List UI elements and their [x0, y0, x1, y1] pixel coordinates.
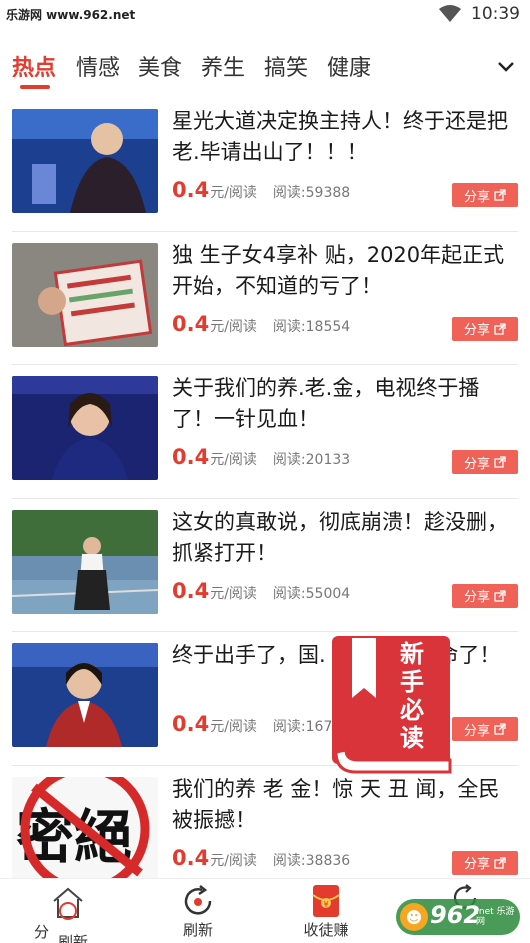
- red-envelope-icon: ¥: [312, 885, 340, 917]
- price-unit: 元/阅读: [210, 318, 257, 335]
- status-time: 10:39: [471, 4, 520, 24]
- nav-recruit[interactable]: ¥ 收徒赚: [286, 881, 366, 941]
- tab-funny[interactable]: 搞笑: [264, 50, 308, 82]
- nav-label-refresh: 刷新: [182, 921, 213, 939]
- price-value: 0.4: [172, 178, 210, 202]
- article-thumbnail: [12, 509, 158, 614]
- article-meta: 0.4 元/阅读 阅读:20133: [172, 445, 350, 469]
- home-icon: [53, 887, 83, 920]
- article-meta: 0.4 元/阅读 阅读:55004: [172, 579, 350, 603]
- share-button[interactable]: 分享: [452, 450, 518, 474]
- price-unit: 元/阅读: [210, 852, 257, 869]
- article-meta: 0.4 元/阅读 阅读:59388: [172, 178, 350, 202]
- share-button[interactable]: 分享: [452, 583, 518, 608]
- read-count: 阅读:167: [272, 719, 333, 735]
- share-label: 分享: [463, 456, 490, 472]
- external-link-icon: [494, 856, 506, 869]
- article-thumbnail: [12, 376, 158, 480]
- wifi-icon: [439, 5, 461, 22]
- share-label: 分享: [463, 323, 490, 338]
- external-link-icon: [494, 189, 506, 201]
- read-count: 阅读:38836: [272, 852, 351, 869]
- site-watermark-logo: ☻ 962 .net 乐游网: [396, 897, 522, 937]
- read-count: 阅读:18554: [272, 318, 351, 335]
- price-unit: 元/阅读: [210, 452, 257, 468]
- article-thumbnail: [12, 643, 158, 747]
- nav-label-recruit: 收徒赚: [303, 921, 349, 939]
- article-title: 关于我们的养.老.金，电视终于播了！一针见血！: [172, 376, 480, 431]
- article-thumbnail: [12, 242, 158, 347]
- external-link-icon: [494, 322, 506, 335]
- refresh-icon: [184, 885, 212, 915]
- tab-health-care[interactable]: 养生: [201, 50, 245, 82]
- share-label: 分享: [463, 857, 490, 872]
- article-title: 独 生子女4享补 贴，2020年起正式开始，不知道的亏了！: [172, 242, 505, 298]
- price-value: 0.4: [172, 578, 210, 603]
- price-unit: 元/阅读: [210, 719, 257, 735]
- article-thumbnail: [12, 109, 158, 213]
- nav-share[interactable]: 分 刷新: [20, 881, 100, 943]
- share-button[interactable]: 分享: [452, 850, 518, 875]
- share-button[interactable]: 分享: [452, 316, 518, 341]
- article-title: 我们的养 老 金！惊 天 丑 闻，全民被振撼！: [172, 776, 500, 832]
- external-link-icon: [494, 456, 506, 468]
- share-button[interactable]: 分享: [452, 183, 518, 207]
- share-button[interactable]: 分享: [452, 717, 518, 741]
- article-item[interactable]: 星光大道决定换主持人！终于还是把老.毕请出山了！！！ 0.4 元/阅读 阅读:5…: [12, 98, 518, 232]
- newbie-guide-badge[interactable]: 新手必读: [330, 634, 454, 776]
- price-value: 0.4: [172, 712, 210, 736]
- chevron-down-icon[interactable]: [496, 56, 516, 76]
- article-item[interactable]: 独 生子女4享补 贴，2020年起正式开始，不知道的亏了！ 0.4 元/阅读 阅…: [12, 232, 518, 365]
- article-meta: 0.4 元/阅读 阅读:38836: [172, 846, 350, 870]
- category-tabs: 热点 情感 美食 养生 搞笑 健康: [0, 44, 530, 94]
- nav-refresh[interactable]: 刷新: [158, 881, 238, 941]
- svg-text:¥: ¥: [323, 900, 328, 909]
- nav-label-share: 分: [34, 923, 50, 941]
- article-meta: 0.4 元/阅读 阅读:18554: [172, 312, 350, 336]
- article-item[interactable]: 这女的真敢说，彻底崩溃！趁没删，抓紧打开！ 0.4 元/阅读 阅读:55004 …: [12, 499, 518, 632]
- article-title: 这女的真敢说，彻底崩溃！趁没删，抓紧打开！: [172, 509, 508, 565]
- article-thumbnail: 密絕: [12, 776, 158, 881]
- price-value: 0.4: [172, 845, 210, 870]
- external-link-icon: [494, 723, 506, 735]
- tab-emotion[interactable]: 情感: [76, 50, 120, 82]
- nav-overlay-refresh: 刷新: [58, 933, 89, 943]
- active-tab-indicator: [20, 85, 50, 89]
- external-link-icon: [494, 589, 506, 602]
- price-unit: 元/阅读: [210, 585, 257, 602]
- article-title: 星光大道决定换主持人！终于还是把老.毕请出山了！！！: [172, 109, 508, 164]
- price-unit: 元/阅读: [210, 185, 257, 201]
- article-feed: 星光大道决定换主持人！终于还是把老.毕请出山了！！！ 0.4 元/阅读 阅读:5…: [0, 98, 530, 899]
- share-label: 分享: [463, 189, 490, 205]
- guide-text: 新手必读: [400, 640, 424, 752]
- price-value: 0.4: [172, 445, 210, 469]
- read-count: 阅读:20133: [272, 452, 351, 468]
- status-bar: 乐游网 www.962.net 10:39: [0, 0, 530, 28]
- tab-health[interactable]: 健康: [327, 50, 371, 82]
- article-meta: 0.4 元/阅读 阅读:167: [172, 712, 332, 736]
- share-label: 分享: [463, 723, 490, 739]
- share-label: 分享: [463, 590, 490, 605]
- article-item[interactable]: 关于我们的养.老.金，电视终于播了！一针见血！ 0.4 元/阅读 阅读:2013…: [12, 365, 518, 499]
- bottom-nav: 分 刷新 刷新 ¥ 收徒赚 ☻ 962 .net 乐游网: [0, 878, 530, 943]
- read-count: 阅读:55004: [272, 585, 351, 602]
- status-watermark: 乐游网 www.962.net: [6, 8, 136, 22]
- read-count: 阅读:59388: [272, 185, 351, 201]
- status-indicators: 10:39: [439, 4, 520, 24]
- logo-sub: .net 乐游网: [476, 907, 515, 927]
- svg-text:☻: ☻: [406, 908, 423, 927]
- price-value: 0.4: [172, 311, 210, 336]
- tab-food[interactable]: 美食: [138, 50, 182, 82]
- logo-text: 962: [430, 901, 481, 929]
- tab-hot[interactable]: 热点: [12, 50, 56, 82]
